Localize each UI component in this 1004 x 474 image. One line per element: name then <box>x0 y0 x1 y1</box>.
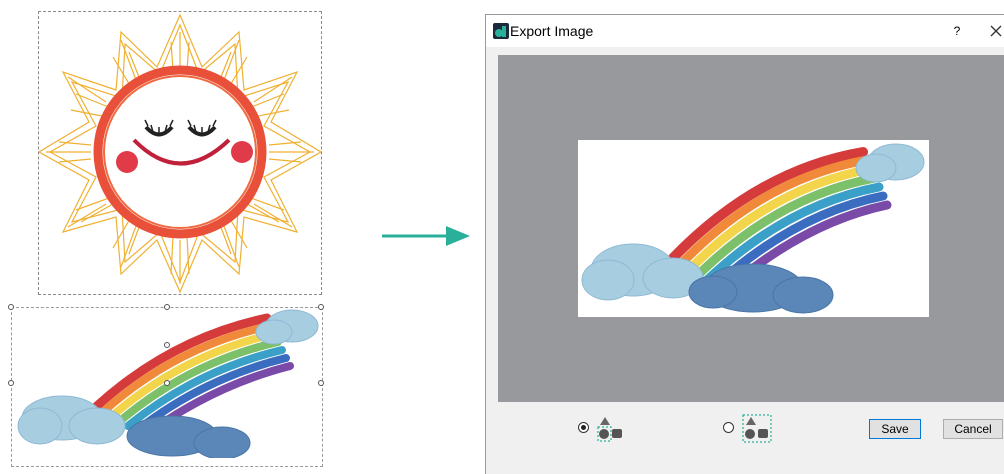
shapes-all-icon <box>742 414 772 443</box>
resize-handle-left[interactable] <box>8 380 14 386</box>
save-button[interactable]: Save <box>869 419 921 439</box>
close-icon[interactable] <box>986 21 1004 41</box>
resize-handle-top-right[interactable] <box>318 304 324 310</box>
rainbow-preview-image <box>581 143 925 314</box>
export-preview-image <box>578 140 929 317</box>
dialog-title: Export Image <box>510 23 594 39</box>
resize-handle-top-left[interactable] <box>8 304 14 310</box>
shapes-selected-icon <box>597 417 622 442</box>
export-image-dialog: Export Image ? Save Cancel <box>485 14 1004 474</box>
help-button[interactable]: ? <box>949 22 965 40</box>
rotate-handle[interactable] <box>164 342 170 348</box>
cancel-button[interactable]: Cancel <box>943 419 1003 439</box>
export-preview-area <box>498 55 1004 402</box>
rainbow-embroidery-design[interactable] <box>8 304 324 467</box>
dialog-titlebar[interactable]: Export Image ? <box>486 15 1004 47</box>
export-selected-radio[interactable] <box>578 422 589 433</box>
sun-embroidery-design[interactable] <box>37 11 323 295</box>
center-handle[interactable] <box>164 380 170 386</box>
arrow-right-icon <box>382 226 470 246</box>
resize-handle-right[interactable] <box>318 380 324 386</box>
app-logo-icon <box>493 23 509 39</box>
sun-embroidery-image <box>37 13 323 294</box>
resize-handle-top[interactable] <box>164 304 170 310</box>
export-all-radio[interactable] <box>723 422 734 433</box>
